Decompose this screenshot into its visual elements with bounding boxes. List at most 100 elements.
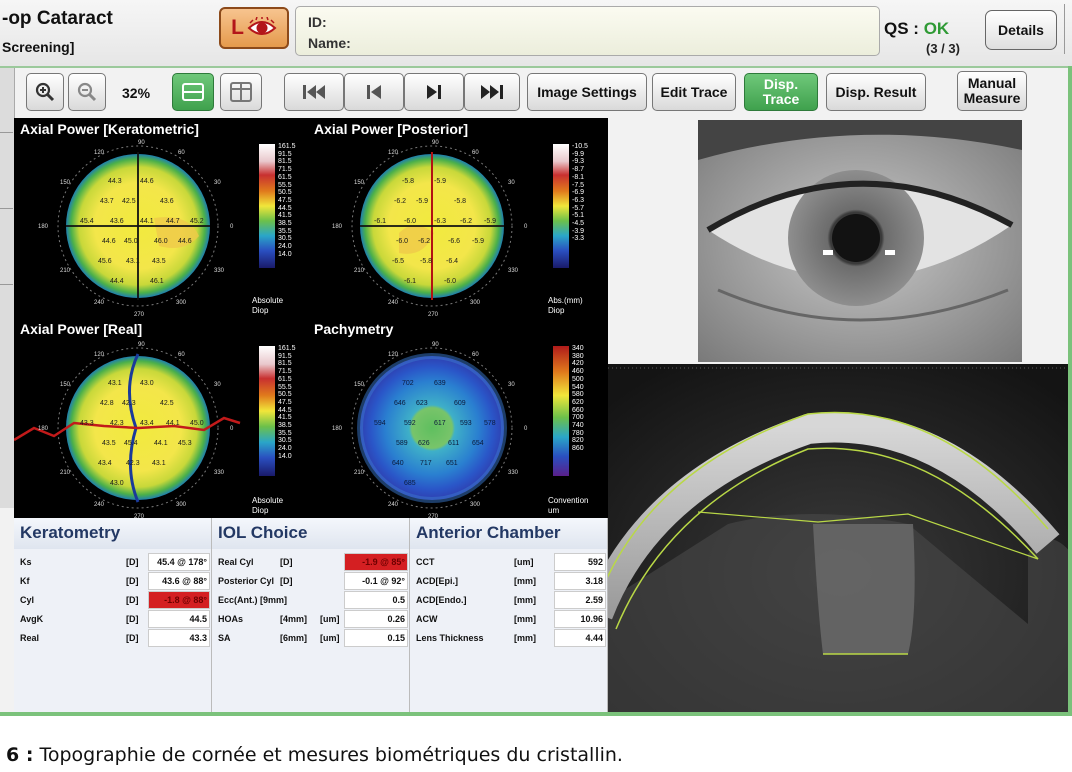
scale-value: -3.3 bbox=[572, 235, 585, 243]
last-image-button[interactable] bbox=[464, 73, 520, 111]
scale-value: 50.5 bbox=[278, 391, 292, 399]
angle-label: 300 bbox=[176, 502, 187, 508]
map-value: -6.6 bbox=[448, 238, 461, 245]
angle-label: 300 bbox=[470, 502, 481, 508]
map-title-pachymetry: Pachymetry bbox=[314, 321, 394, 337]
eye-select-button[interactable]: L bbox=[219, 7, 289, 49]
side-tab[interactable] bbox=[0, 284, 13, 357]
map-value: -6.0 bbox=[396, 238, 409, 245]
scale-value: 55.5 bbox=[278, 181, 292, 189]
eye-photo[interactable] bbox=[698, 120, 1022, 362]
map-keratometric[interactable] bbox=[57, 145, 219, 307]
angle-label: 210 bbox=[354, 470, 365, 476]
table-row: ACW [mm] 10.96 bbox=[414, 610, 606, 628]
row-label: Posterior Cyl bbox=[218, 576, 275, 586]
angle-label: 30 bbox=[214, 180, 221, 186]
image-settings-button[interactable]: Image Settings bbox=[527, 73, 647, 111]
manual-measure-button[interactable]: Manual Measure bbox=[957, 71, 1027, 111]
side-tab[interactable] bbox=[0, 208, 13, 281]
next-image-button[interactable] bbox=[404, 73, 464, 111]
edit-trace-button[interactable]: Edit Trace bbox=[652, 73, 736, 111]
name-label: Name: bbox=[308, 35, 351, 51]
angle-label: 240 bbox=[388, 300, 399, 306]
angle-label: 120 bbox=[94, 150, 105, 156]
zoom-out-button[interactable] bbox=[68, 73, 106, 111]
scale-value: 820 bbox=[572, 437, 584, 445]
row-unit: [4mm] bbox=[280, 614, 308, 624]
scale-value: 161.5 bbox=[278, 143, 296, 150]
scale-value: 700 bbox=[572, 414, 584, 422]
qs-count: (3 / 3) bbox=[926, 41, 960, 56]
side-tab[interactable] bbox=[0, 132, 13, 205]
map-pachymetry[interactable] bbox=[351, 347, 513, 509]
table-row: Lens Thickness [mm] 4.44 bbox=[414, 629, 606, 647]
angle-label: 180 bbox=[332, 426, 343, 432]
details-button[interactable]: Details bbox=[985, 10, 1057, 50]
scale-value: 44.5 bbox=[278, 204, 292, 212]
angle-label: 0 bbox=[524, 426, 528, 432]
map-value: 43.0 bbox=[140, 380, 154, 387]
map-value: 43.1 bbox=[152, 460, 166, 467]
zoom-in-button[interactable] bbox=[26, 73, 64, 111]
row-unit: [D] bbox=[126, 595, 139, 605]
topography-maps-panel: Axial Power [Keratometric] Axial Power [… bbox=[14, 118, 608, 518]
oct-cross-section[interactable] bbox=[608, 364, 1072, 712]
scale-value: 780 bbox=[572, 429, 584, 437]
map-posterior[interactable] bbox=[351, 145, 513, 307]
row-unit: [D] bbox=[126, 557, 139, 567]
map-value: 43.7 bbox=[100, 198, 114, 205]
right-frame-border bbox=[1068, 66, 1072, 716]
angle-label: 330 bbox=[214, 268, 225, 274]
map-value: 42.5 bbox=[122, 198, 136, 205]
iol-choice-title: IOL Choice bbox=[212, 518, 409, 549]
table-row: SA [6mm] [um] 0.15 bbox=[216, 629, 408, 647]
qs-indicator: QS : OK bbox=[884, 19, 949, 39]
scale-value: 41.5 bbox=[278, 212, 292, 220]
angle-label: 270 bbox=[428, 312, 439, 318]
disp-trace-button[interactable]: Disp. Trace bbox=[744, 73, 818, 111]
angle-label: 90 bbox=[138, 342, 145, 348]
map-value: -5.8 bbox=[402, 178, 415, 185]
row-value: 592 bbox=[554, 553, 606, 571]
angle-label: 120 bbox=[388, 352, 399, 358]
map-value: 44.7 bbox=[166, 218, 180, 225]
row-label: HOAs bbox=[218, 614, 244, 624]
table-row: Kf [D] 43.6 @ 88° bbox=[18, 572, 210, 590]
row-value: 0.26 bbox=[344, 610, 408, 628]
row-label: ACD[Endo.] bbox=[416, 595, 467, 605]
angle-label: 150 bbox=[60, 180, 71, 186]
keratometry-table: Keratometry Ks [D] 45.4 @ 178° Kf [D] 43.6 @ … bbox=[14, 518, 212, 712]
row-value: 45.4 @ 178° bbox=[148, 553, 210, 571]
map-value: 42.3 bbox=[122, 400, 136, 407]
map-value: 46.1 bbox=[150, 278, 164, 285]
mode-title: -op Cataract bbox=[2, 8, 113, 29]
map-value: 640 bbox=[392, 460, 404, 467]
map-title-posterior: Axial Power [Posterior] bbox=[314, 121, 469, 137]
map-value: 43.1 bbox=[108, 380, 122, 387]
single-view-button[interactable] bbox=[172, 73, 214, 111]
angle-label: 240 bbox=[94, 300, 105, 306]
map-value: 685 bbox=[404, 480, 416, 487]
scale-value: -6.9 bbox=[572, 189, 585, 197]
row-value: 10.96 bbox=[554, 610, 606, 628]
map-value: -6.4 bbox=[446, 258, 459, 265]
first-image-button[interactable] bbox=[284, 73, 344, 111]
angle-label: 120 bbox=[388, 150, 399, 156]
scale-value: 660 bbox=[572, 406, 584, 414]
map-value: 45.4 bbox=[80, 218, 94, 225]
angle-label: 0 bbox=[524, 224, 528, 230]
angle-label: 330 bbox=[508, 470, 519, 476]
angle-label: 210 bbox=[60, 470, 71, 476]
split-view-button[interactable] bbox=[220, 73, 262, 111]
disp-result-button[interactable]: Disp. Result bbox=[826, 73, 926, 111]
map-value: -5.8 bbox=[454, 198, 467, 205]
angle-label: 30 bbox=[508, 180, 515, 186]
previous-image-button[interactable] bbox=[344, 73, 404, 111]
map-title-keratometric: Axial Power [Keratometric] bbox=[20, 121, 199, 137]
map-value: 44.6 bbox=[178, 238, 192, 245]
scale-value: 620 bbox=[572, 398, 584, 406]
previous-icon bbox=[367, 85, 381, 99]
row-unit: [mm] bbox=[514, 614, 536, 624]
app-window: -op Cataract Screening] L ID: Name: QS :… bbox=[0, 0, 1072, 716]
scale-value: 91.5 bbox=[278, 150, 292, 158]
